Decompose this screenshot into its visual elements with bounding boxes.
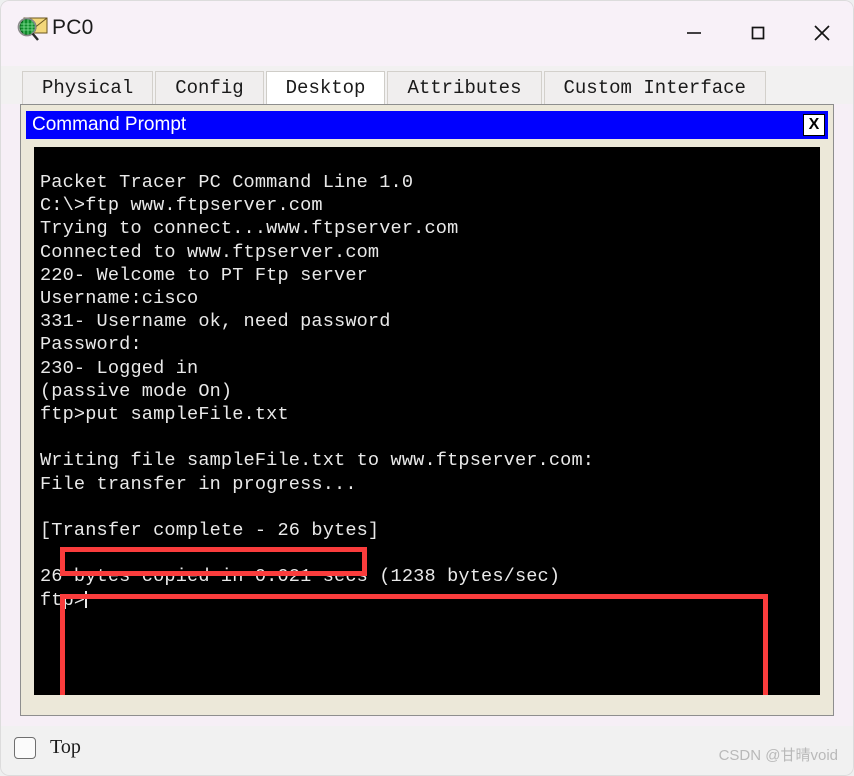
top-checkbox[interactable] bbox=[14, 736, 36, 759]
status-bar: Top CSDN @甘晴void bbox=[0, 726, 854, 776]
terminal-text: Packet Tracer PC Command Line 1.0 C:\>ft… bbox=[40, 172, 595, 611]
window-title: PC0 bbox=[52, 16, 94, 39]
tab-list: Physical Config Desktop Attributes Custo… bbox=[22, 71, 768, 104]
terminal-output-area[interactable]: Packet Tracer PC Command Line 1.0 C:\>ft… bbox=[34, 147, 820, 695]
tab-strip: Physical Config Desktop Attributes Custo… bbox=[0, 66, 854, 104]
maximize-button[interactable] bbox=[726, 0, 790, 66]
command-prompt-window: Command Prompt X Packet Tracer PC Comman… bbox=[26, 111, 828, 707]
tab-config-label: Config bbox=[175, 77, 244, 99]
csdn-watermark: CSDN @甘晴void bbox=[718, 747, 838, 764]
close-button[interactable] bbox=[790, 0, 854, 66]
tab-desktop-label: Desktop bbox=[285, 77, 366, 99]
command-prompt-title: Command Prompt bbox=[32, 114, 187, 135]
tab-attributes-label: Attributes bbox=[407, 77, 522, 99]
top-checkbox-label: Top bbox=[50, 736, 81, 758]
minimize-button[interactable] bbox=[662, 0, 726, 66]
packet-tracer-pc-icon bbox=[16, 14, 50, 46]
tab-custom-interface[interactable]: Custom Interface bbox=[543, 71, 766, 104]
tab-physical-label: Physical bbox=[42, 77, 134, 99]
tab-physical[interactable]: Physical bbox=[22, 71, 154, 104]
window-titlebar: PC0 bbox=[0, 0, 854, 66]
top-checkbox-group[interactable]: Top bbox=[14, 736, 81, 759]
tab-desktop[interactable]: Desktop bbox=[265, 71, 386, 104]
command-prompt-titlebar: Command Prompt X bbox=[26, 111, 828, 139]
tab-config[interactable]: Config bbox=[155, 71, 264, 104]
tab-attributes[interactable]: Attributes bbox=[387, 71, 542, 104]
command-prompt-close-icon[interactable]: X bbox=[803, 114, 825, 136]
desktop-tab-panel: Command Prompt X Packet Tracer PC Comman… bbox=[20, 104, 834, 716]
tab-custom-interface-label: Custom Interface bbox=[563, 77, 746, 99]
terminal-caret bbox=[85, 590, 88, 608]
pc0-window: PC0 Physical Config Desktop Attributes C… bbox=[0, 0, 854, 776]
window-controls bbox=[662, 0, 854, 66]
